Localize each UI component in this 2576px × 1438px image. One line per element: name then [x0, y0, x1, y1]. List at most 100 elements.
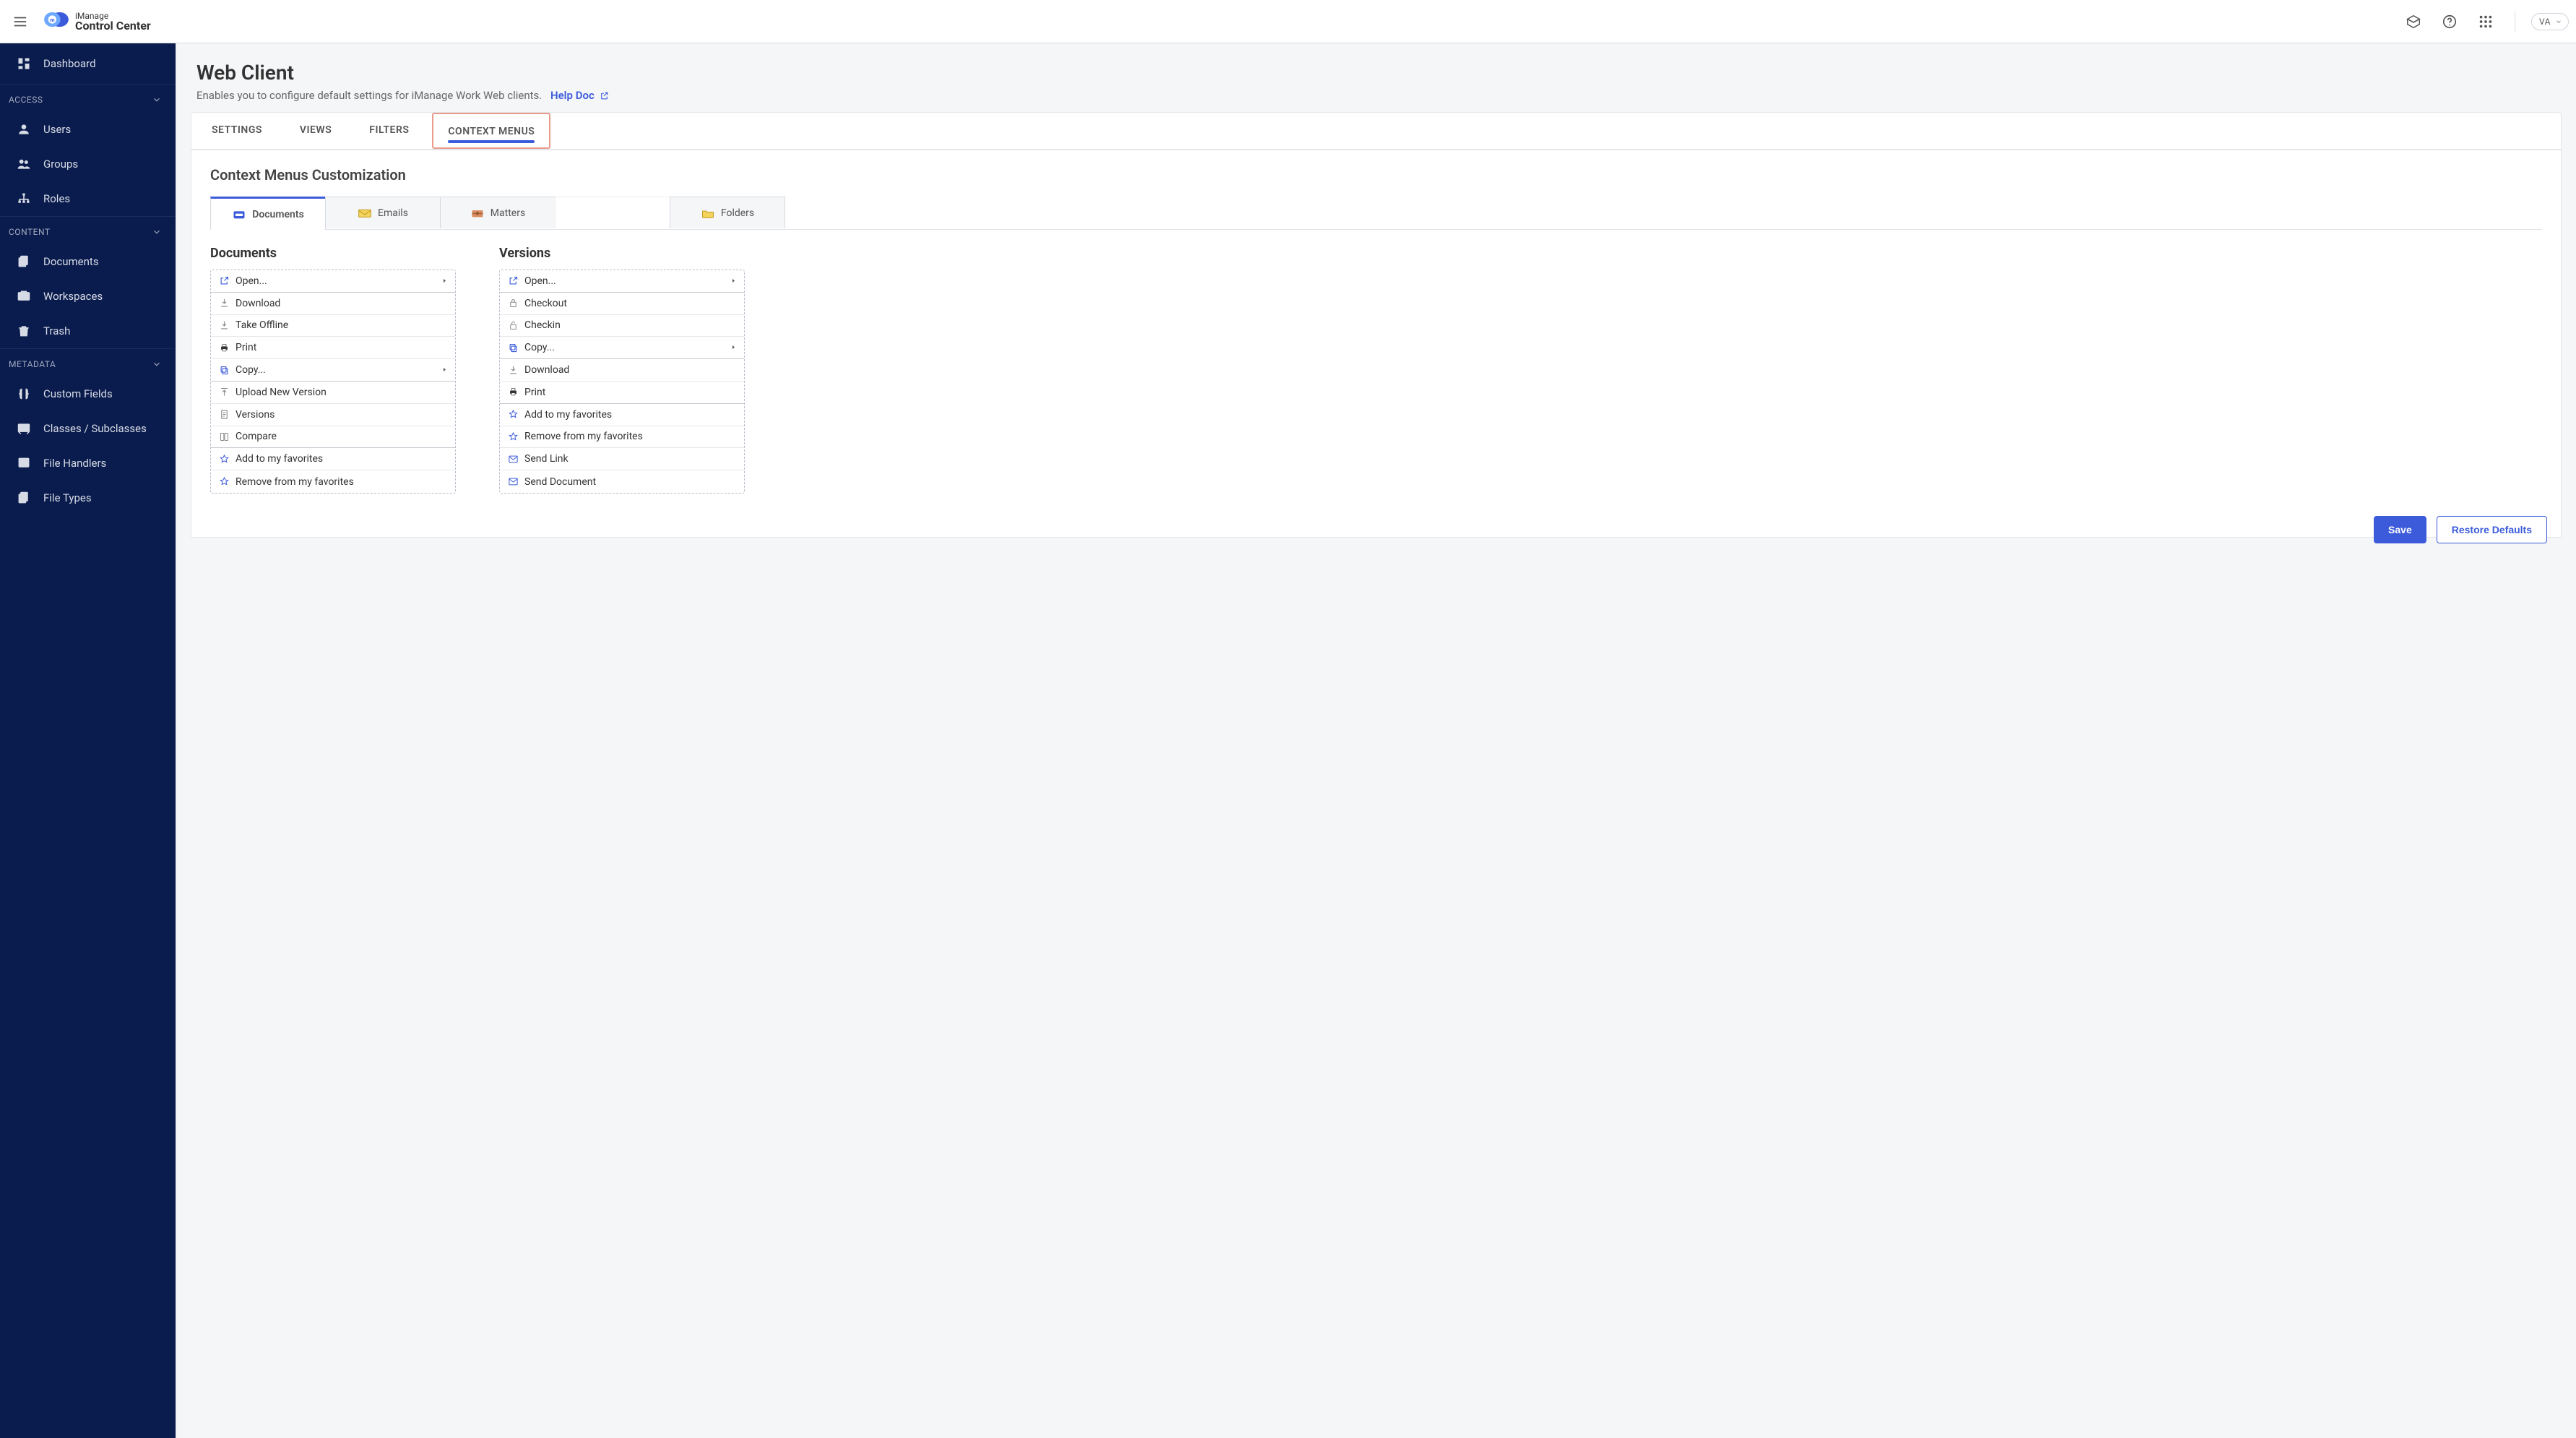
subtab-blank: [555, 197, 670, 228]
context-menus-panel: Context Menus Customization Documents Em…: [191, 150, 2562, 538]
sidebar-item-roles[interactable]: Roles: [0, 181, 175, 216]
doc-menu-item-3[interactable]: Print: [211, 337, 455, 359]
submenu-arrow-icon: [730, 342, 737, 353]
avatar-chip[interactable]: VA: [2531, 13, 2569, 30]
doc-menu-item-5[interactable]: Upload New Version: [211, 382, 455, 404]
subtabs: Documents Emails Matters Folders: [210, 197, 2542, 230]
ver-menu-item-6[interactable]: Add to my favorites: [500, 404, 744, 426]
doc-menu-item-1[interactable]: Download: [211, 293, 455, 315]
tab-settings[interactable]: SETTINGS: [197, 113, 277, 149]
tray-icon[interactable]: [2400, 9, 2426, 35]
help-doc-link[interactable]: Help Doc: [550, 89, 609, 102]
doc-menu-item-7[interactable]: Compare: [211, 426, 455, 449]
doc-menu-label-7: Compare: [235, 431, 277, 442]
ver-menu-label-5: Print: [524, 387, 545, 398]
sidebar-item-file-handlers[interactable]: File Handlers: [0, 446, 175, 481]
copy-icon: [507, 342, 519, 353]
sidebar-label-custom-fields: Custom Fields: [43, 387, 113, 400]
sidebar-label-groups: Groups: [43, 158, 78, 171]
documents-icon: [16, 254, 32, 270]
sidebar-label-classes: Classes / Subclasses: [43, 422, 147, 435]
subtab-documents[interactable]: Documents: [210, 197, 326, 230]
sidebar-item-dashboard[interactable]: Dashboard: [0, 43, 175, 84]
ver-menu-item-5[interactable]: Print: [500, 382, 744, 404]
footer-buttons: Save Restore Defaults: [176, 516, 2576, 543]
sidebar-item-trash[interactable]: Trash: [0, 314, 175, 348]
brand-text: iManage Control Center: [75, 12, 151, 32]
lock-icon: [507, 298, 519, 309]
doc-menu-item-4[interactable]: Copy...: [211, 359, 455, 382]
sidebar-item-file-types[interactable]: File Types: [0, 481, 175, 515]
documents-column-title: Documents: [210, 246, 456, 261]
external-link-icon: [600, 91, 609, 100]
apps-grid-icon[interactable]: [2473, 9, 2499, 35]
sidebar-section-access[interactable]: ACCESS: [0, 84, 175, 112]
versions-column-title: Versions: [499, 246, 745, 261]
ver-menu-item-8[interactable]: Send Link: [500, 448, 744, 470]
star-icon: [218, 476, 230, 488]
ver-menu-item-0[interactable]: Open...: [500, 270, 744, 293]
avatar-initials: VA: [2539, 17, 2551, 27]
ver-menu-item-3[interactable]: Copy...: [500, 337, 744, 359]
doc-menu-item-2[interactable]: Take Offline: [211, 315, 455, 337]
sidebar-section-metadata[interactable]: METADATA: [0, 348, 175, 376]
sidebar-item-users[interactable]: Users: [0, 112, 175, 147]
subtab-folders[interactable]: Folders: [670, 197, 785, 228]
tab-views[interactable]: VIEWS: [285, 113, 346, 149]
tabs-card: SETTINGS VIEWS FILTERS CONTEXT MENUS: [191, 112, 2562, 150]
doc-menu-item-8[interactable]: Add to my favorites: [211, 448, 455, 470]
submenu-arrow-icon: [441, 364, 448, 376]
sidebar-label-file-types: File Types: [43, 491, 92, 504]
subtab-emails[interactable]: Emails: [325, 197, 441, 228]
ver-menu-label-2: Checkin: [524, 319, 561, 331]
sidebar-label-trash: Trash: [43, 324, 70, 337]
print-icon: [218, 342, 230, 353]
subtab-matters[interactable]: Matters: [440, 197, 556, 228]
sidebar-label-workspaces: Workspaces: [43, 290, 103, 303]
doc-icon: [218, 409, 230, 421]
ver-menu-item-4[interactable]: Download: [500, 359, 744, 382]
sidebar-item-workspaces[interactable]: Workspaces: [0, 279, 175, 314]
print-icon: [507, 387, 519, 398]
sidebar-section-content[interactable]: CONTENT: [0, 216, 175, 244]
sidebar-item-documents[interactable]: Documents: [0, 244, 175, 279]
subtab-matters-label: Matters: [490, 207, 525, 219]
versions-menu-box: Open... Checkout Checkin Copy...Download Pri…: [499, 270, 745, 494]
tab-filters[interactable]: FILTERS: [355, 113, 423, 149]
save-button[interactable]: Save: [2374, 516, 2426, 543]
page-title: Web Client: [196, 61, 2556, 85]
tab-context-menus[interactable]: CONTEXT MENUS: [432, 113, 550, 149]
mail-icon: [507, 453, 519, 465]
ver-menu-label-7: Remove from my favorites: [524, 431, 643, 442]
ver-menu-item-7[interactable]: Remove from my favorites: [500, 426, 744, 449]
hamburger-menu[interactable]: [7, 9, 33, 35]
doc-menu-item-6[interactable]: Versions: [211, 404, 455, 426]
ver-menu-item-2[interactable]: Checkin: [500, 315, 744, 337]
documents-menu-box: Open... Download Take OfflinePrintCopy...U…: [210, 270, 456, 494]
doc-menu-label-1: Download: [235, 298, 280, 309]
help-icon[interactable]: [2437, 9, 2463, 35]
sidebar-item-classes[interactable]: Classes / Subclasses: [0, 411, 175, 446]
ver-menu-label-9: Send Document: [524, 476, 596, 488]
ver-menu-item-9[interactable]: Send Document: [500, 470, 744, 493]
doc-menu-label-8: Add to my favorites: [235, 453, 323, 465]
ver-menu-label-0: Open...: [524, 275, 556, 287]
sidebar-item-custom-fields[interactable]: Custom Fields: [0, 376, 175, 411]
folder-subtab-icon: [701, 207, 715, 219]
doc-menu-item-9[interactable]: Remove from my favorites: [211, 470, 455, 493]
brand-mark-icon: m: [43, 9, 69, 35]
brand-logo[interactable]: m iManage Control Center: [43, 9, 151, 35]
restore-defaults-button[interactable]: Restore Defaults: [2437, 516, 2547, 543]
user-icon: [16, 121, 32, 137]
file-handlers-icon: [16, 455, 32, 471]
page-subtitle-text: Enables you to configure default setting…: [196, 89, 542, 102]
chevron-down-icon: [2555, 18, 2562, 25]
documents-column: Documents Open... Download Take OfflinePri…: [210, 246, 456, 494]
sidebar-item-groups[interactable]: Groups: [0, 147, 175, 181]
ver-menu-item-1[interactable]: Checkout: [500, 293, 744, 315]
help-doc-label: Help Doc: [550, 89, 595, 102]
sidebar-label-users: Users: [43, 123, 71, 136]
doc-menu-item-0[interactable]: Open...: [211, 270, 455, 293]
subtab-documents-label: Documents: [252, 209, 304, 220]
sidebar-label-roles: Roles: [43, 192, 70, 205]
